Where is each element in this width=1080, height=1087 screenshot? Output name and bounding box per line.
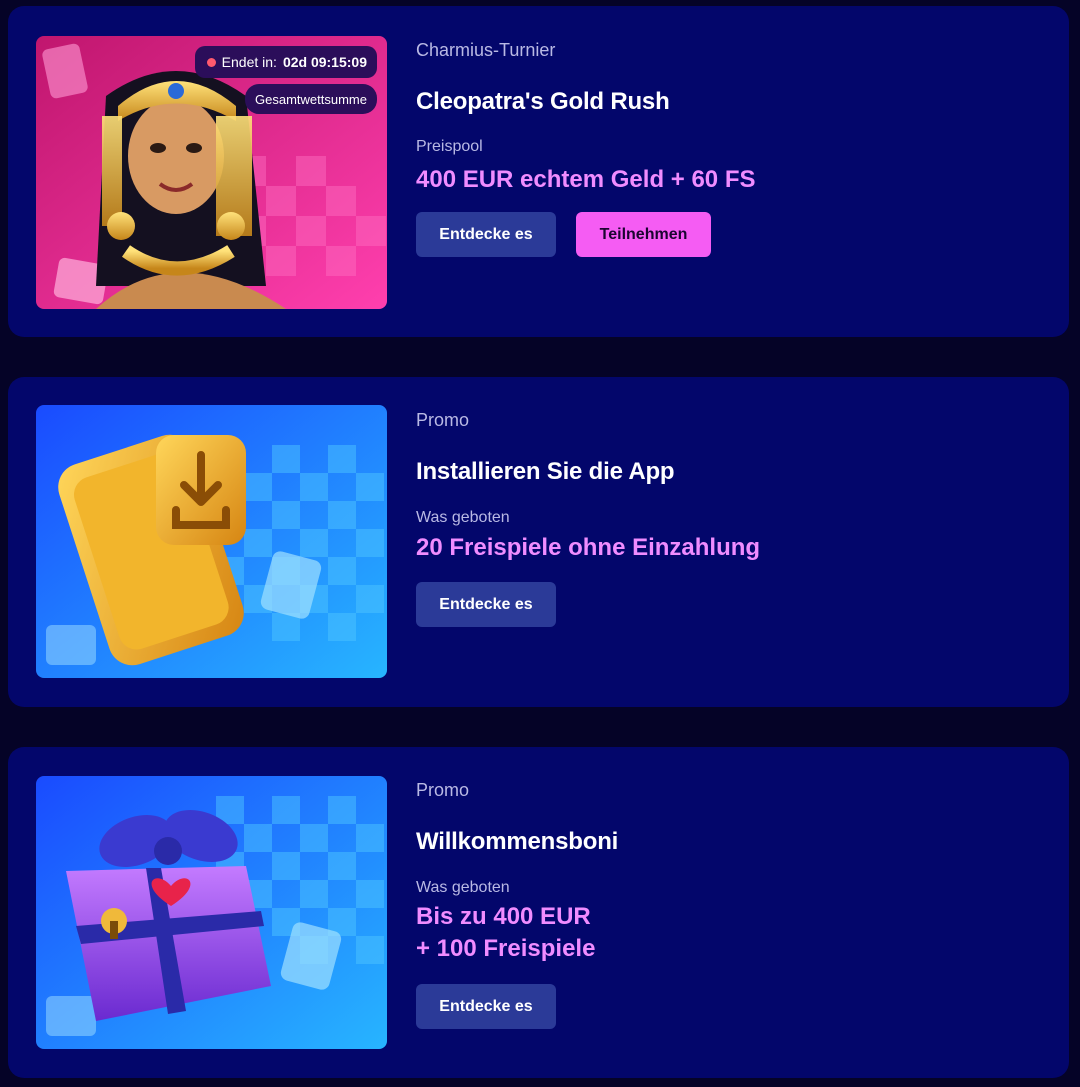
card-category: Charmius-Turnier <box>416 40 556 60</box>
card-category: Promo <box>416 410 470 430</box>
card-actions: Entdecke es <box>416 582 556 627</box>
live-dot-icon <box>206 57 216 67</box>
total-bets-badge: Gesamtwettsumme <box>245 84 377 114</box>
timer-label: Endet in: <box>221 54 277 70</box>
gift-box-icon <box>36 776 387 1049</box>
timer-value: 02d 09:15:09 <box>282 54 367 70</box>
card-actions: Entdecke es Teilnehmen <box>416 212 711 257</box>
promo-image-welcome[interactable] <box>36 776 387 1049</box>
offer-label: Was geboten <box>416 509 510 526</box>
offer-value: 20 Freispiele ohne Einzahlung <box>416 534 761 561</box>
tournament-timer-badge: Endet in: 02d 09:15:09 <box>194 46 377 78</box>
join-button[interactable]: Teilnehmen <box>576 212 711 257</box>
prize-pool-value: 400 EUR echtem Geld + 60 FS <box>416 166 756 193</box>
prize-pool-label: Preispool <box>416 138 483 155</box>
offer-value-line2: + 100 Freispiele <box>416 935 596 962</box>
explore-button[interactable]: Entdecke es <box>416 212 556 257</box>
promo-card-app: Promo Installieren Sie die App Was gebot… <box>8 377 1069 707</box>
card-category: Promo <box>416 780 470 800</box>
offer-value-line1: Bis zu 400 EUR <box>416 903 591 930</box>
card-actions: Entdecke es <box>416 984 556 1029</box>
promotions-page: Endet in: 02d 09:15:09 Gesamtwettsumme C… <box>0 0 1080 1087</box>
tournament-card: Endet in: 02d 09:15:09 Gesamtwettsumme C… <box>8 6 1069 337</box>
promo-image-app[interactable] <box>36 405 387 678</box>
card-title: Cleopatra's Gold Rush <box>416 88 670 115</box>
offer-label: Was geboten <box>416 879 510 896</box>
explore-button[interactable]: Entdecke es <box>416 984 556 1029</box>
phone-download-icon <box>36 405 387 678</box>
offer-value: Bis zu 400 EUR + 100 Freispiele <box>416 901 595 965</box>
tournament-image[interactable]: Endet in: 02d 09:15:09 Gesamtwettsumme <box>36 36 387 309</box>
explore-button[interactable]: Entdecke es <box>416 582 556 627</box>
promo-card-welcome: Promo Willkommensboni Was geboten Bis zu… <box>8 747 1069 1078</box>
card-title: Willkommensboni <box>416 828 619 855</box>
card-title: Installieren Sie die App <box>416 458 675 485</box>
